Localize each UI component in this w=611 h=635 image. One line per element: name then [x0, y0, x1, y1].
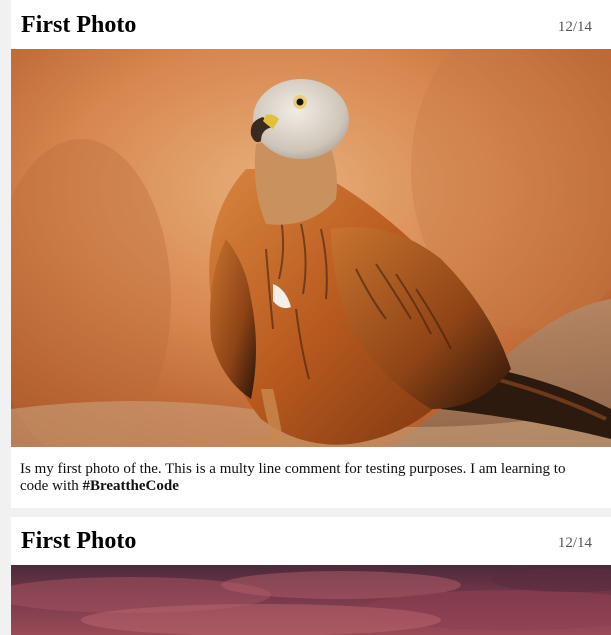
card-caption: Is my first photo of the. This is a mult…: [20, 461, 597, 495]
card-title: First Photo: [21, 12, 137, 38]
card-header: First Photo 12/14: [11, 0, 611, 49]
card-title: First Photo: [21, 528, 137, 554]
sunset-sky-photo[interactable]: [11, 565, 611, 635]
card-date: 12/14: [557, 19, 592, 35]
card-header: First Photo 12/14: [11, 517, 611, 565]
card-date: 12/14: [557, 535, 592, 551]
photo-card: First Photo 12/14: [11, 517, 611, 635]
red-kite-bird-photo[interactable]: [11, 49, 611, 447]
caption-hashtag-link[interactable]: #BreattheCode: [82, 478, 178, 494]
photo-feed: First Photo 12/14 Is my first photo of t…: [0, 0, 611, 635]
photo-card: First Photo 12/14: [11, 0, 611, 508]
